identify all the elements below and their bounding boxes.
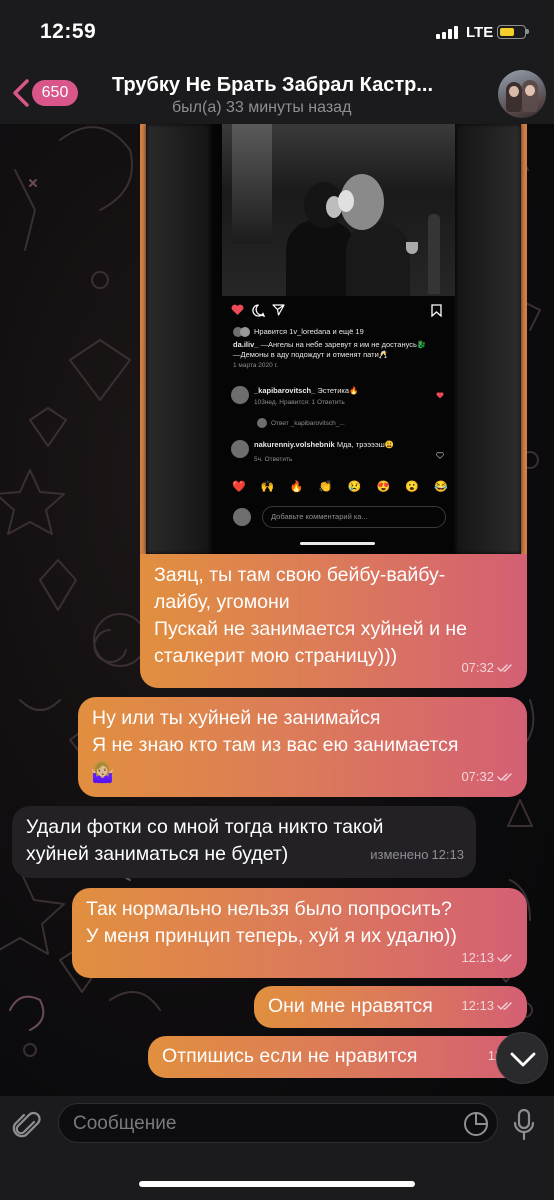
network-label: LTE: [466, 24, 494, 41]
message-bubble-out[interactable]: Они мне нравятся 12:13: [254, 986, 527, 1028]
shrug-emoji: 🤷🏼‍♀️: [90, 762, 115, 784]
photo-message[interactable]: Нравится 1v_loredana и ещё 19 da.iliv_ —…: [140, 124, 527, 554]
message-time: 07:32: [461, 660, 494, 675]
emoji-bar: ❤️ 🙌 🔥 👏 😢 😍 😮 😂: [232, 481, 448, 493]
commenter-avatar: [231, 440, 249, 458]
message-bubble-out[interactable]: Ну или ты хуйней не занимайся Я не знаю …: [78, 697, 527, 797]
message-time: 12:13: [461, 950, 494, 965]
comment: _kapibarovitsch_ Эстетика🔥: [254, 386, 359, 395]
double-check-icon: [497, 953, 512, 962]
double-check-icon: [497, 772, 512, 781]
comment: nakurenniy.volshebnik Мда, трээээш😩: [254, 440, 395, 449]
status-bar: 12:59 LTE: [0, 0, 554, 64]
message-bubble-out[interactable]: Так нормально нельзя было попросить? У м…: [72, 888, 527, 978]
message-input-container[interactable]: [58, 1103, 498, 1143]
post-caption-line2: —Демоны в аду подождут и отменят пати🥂: [233, 350, 389, 359]
heart-icon: [231, 304, 244, 315]
message-time: 12:13: [461, 998, 494, 1013]
message-time: 07:32: [461, 769, 494, 784]
chat-header: 650 Трубку Не Брать Забрал Кастр... был(…: [0, 64, 554, 124]
post-author: da.iliv_: [233, 340, 259, 349]
heart-outline-icon: [436, 452, 444, 459]
post-caption-line1: —Ангелы на небе заревут я им не достанус…: [260, 340, 427, 349]
edited-label: изменено: [370, 847, 429, 862]
message-bubble-out[interactable]: Отпишись если не нравится 12:1: [148, 1036, 527, 1078]
microphone-icon[interactable]: [511, 1108, 537, 1142]
message-time: 12:13: [431, 847, 464, 862]
message-bubble-out[interactable]: Заяц, ты там свою бейбу-вайбу- лайбу, уг…: [140, 554, 527, 688]
message-text: Заяц, ты там свою бейбу-вайбу- лайбу, уг…: [154, 564, 468, 667]
double-check-icon: [497, 663, 512, 672]
home-indicator: [139, 1181, 415, 1187]
battery-icon: [497, 25, 529, 39]
avatar[interactable]: [498, 70, 546, 118]
comment-icon: [252, 304, 265, 317]
post-likes: Нравится 1v_loredana и ещё 19: [254, 327, 364, 336]
bookmark-icon: [431, 304, 442, 317]
message-input[interactable]: [73, 1110, 453, 1138]
message-text: Так нормально нельзя было попросить? У м…: [86, 898, 457, 947]
message-text: Отпишись если не нравится: [162, 1045, 418, 1067]
paperclip-icon[interactable]: [12, 1108, 42, 1142]
status-time: 12:59: [40, 20, 97, 43]
message-bubble-in[interactable]: Удали фотки со мной тогда никто такой ху…: [12, 806, 476, 878]
post-actions: [231, 304, 446, 322]
heart-icon: [436, 392, 444, 399]
chat-title[interactable]: Трубку Не Брать Забрал Кастр...: [112, 74, 478, 97]
post-photo: [222, 124, 455, 296]
chevron-left-icon[interactable]: [10, 78, 32, 108]
scroll-to-bottom-button[interactable]: [496, 1032, 548, 1084]
signal-icon: [436, 26, 458, 39]
chevron-down-icon: [510, 1052, 536, 1067]
last-seen-status: был(а) 33 минуты назад: [172, 99, 352, 116]
comment-reply: Ответ _kapibarovitsch_...: [271, 420, 345, 427]
share-icon: [272, 304, 285, 316]
double-check-icon: [497, 1001, 512, 1010]
comment-input: Добавьте комментарий ка...: [262, 506, 446, 528]
unread-badge[interactable]: 650: [32, 80, 78, 106]
commenter-avatar: [231, 386, 249, 404]
sticker-icon[interactable]: [463, 1111, 489, 1137]
message-text: Ну или ты хуйней не занимайся Я не знаю …: [92, 707, 459, 756]
post-date: 1 марта 2020 г.: [233, 362, 278, 369]
